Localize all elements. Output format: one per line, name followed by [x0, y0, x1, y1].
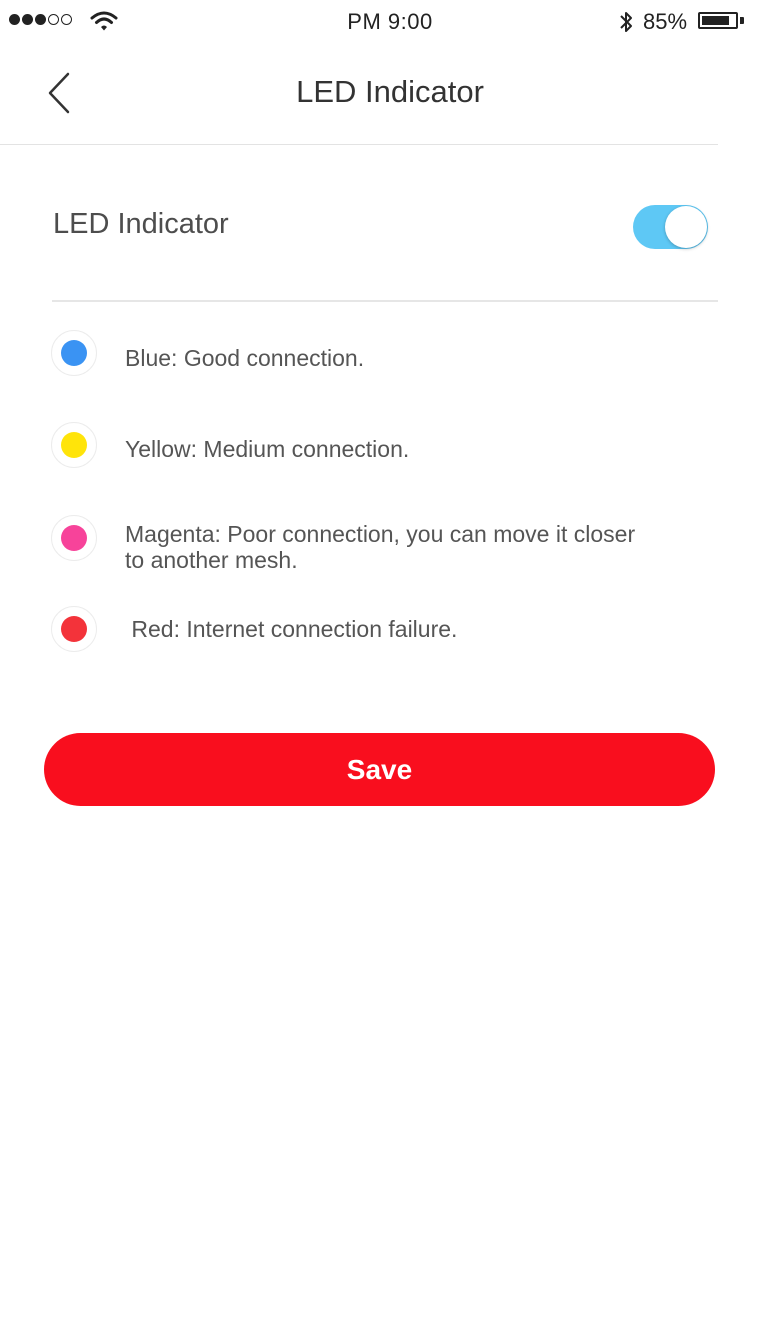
led-indicator-toggle[interactable]	[633, 205, 708, 249]
blue-dot-icon	[61, 340, 87, 366]
yellow-dot-icon	[61, 432, 87, 458]
red-dot-icon	[61, 616, 87, 642]
status-bar: PM 9:00 85%	[0, 0, 780, 44]
battery-level	[702, 16, 730, 25]
legend-text: Yellow: Medium connection.	[125, 436, 410, 462]
magenta-dot-icon	[61, 525, 87, 551]
led-indicator-row: LED Indicator	[0, 145, 780, 300]
legend-color-ring	[51, 606, 97, 652]
legend-text: Blue: Good connection.	[125, 345, 365, 371]
section-divider	[52, 300, 718, 302]
legend-color-ring	[51, 515, 97, 561]
legend-text: Red: Internet connection failure.	[125, 616, 458, 642]
save-button[interactable]: Save	[44, 733, 715, 806]
legend-color-ring	[51, 330, 97, 376]
battery-percent: 85%	[643, 9, 688, 34]
toggle-knob	[665, 206, 707, 248]
legend-text: Magenta: Poor connection, you can move i…	[125, 521, 636, 573]
led-indicator-label: LED Indicator	[53, 208, 229, 240]
battery-icon	[698, 12, 738, 29]
battery-tip	[740, 17, 744, 24]
bluetooth-icon	[620, 12, 632, 32]
legend-color-ring	[51, 422, 97, 468]
page-title: LED Indicator	[296, 74, 484, 109]
nav-bar: LED Indicator	[0, 44, 780, 144]
